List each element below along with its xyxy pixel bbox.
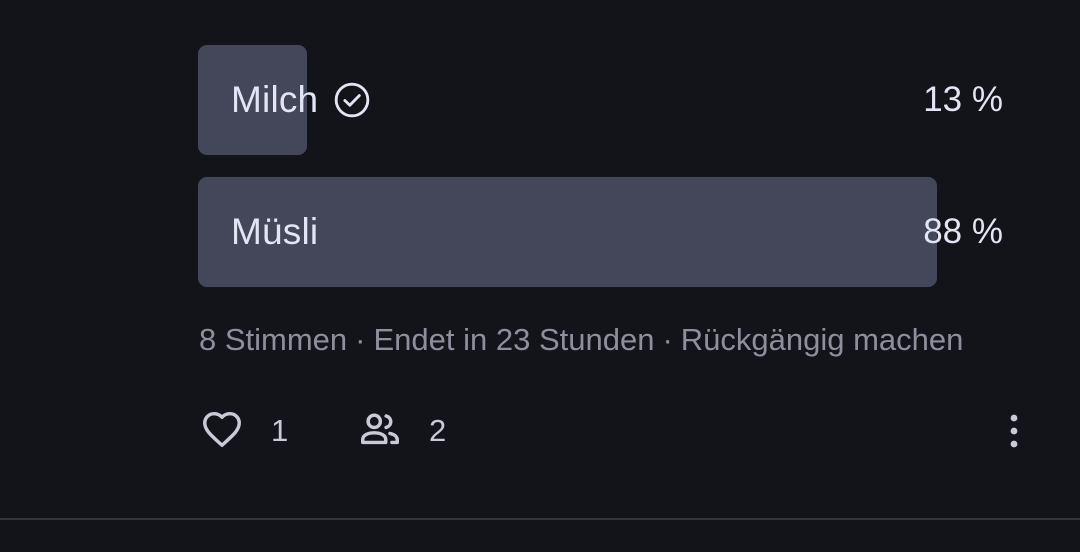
participants-button[interactable]: 2 (357, 405, 446, 457)
poll-option-label-wrap: Müsli (231, 177, 318, 287)
poll-option-percent: 13 % (923, 80, 1003, 119)
like-button[interactable]: 1 (199, 405, 288, 457)
poll-meta: 8 Stimmen · Endet in 23 Stunden · Rückgängig… (199, 322, 963, 358)
poll-option-percent: 88 % (923, 212, 1003, 251)
vote-count: 8 Stimmen (199, 322, 348, 357)
divider (0, 518, 1080, 520)
like-count: 1 (271, 413, 289, 448)
poll-option-label: Müsli (231, 211, 319, 252)
poll: Milch 13 % Müsli 88 % (198, 45, 1003, 309)
post-actions: 1 2 (199, 405, 1030, 457)
participant-count: 2 (429, 413, 447, 448)
undo-vote-link[interactable]: Rückgängig machen (681, 322, 964, 357)
poll-option-label-wrap: Milch (231, 45, 372, 155)
poll-option-label: Milch (231, 79, 319, 120)
heart-icon (199, 406, 245, 457)
poll-option-milch[interactable]: Milch 13 % (198, 45, 1003, 155)
poll-end-time: Endet in 23 Stunden (373, 322, 655, 357)
check-circle-icon (332, 80, 372, 120)
poll-option-muesli[interactable]: Müsli 88 % (198, 177, 1003, 287)
meta-separator: · (355, 322, 366, 357)
more-vertical-icon[interactable] (998, 405, 1030, 457)
people-icon (357, 406, 403, 457)
meta-separator: · (662, 322, 673, 357)
